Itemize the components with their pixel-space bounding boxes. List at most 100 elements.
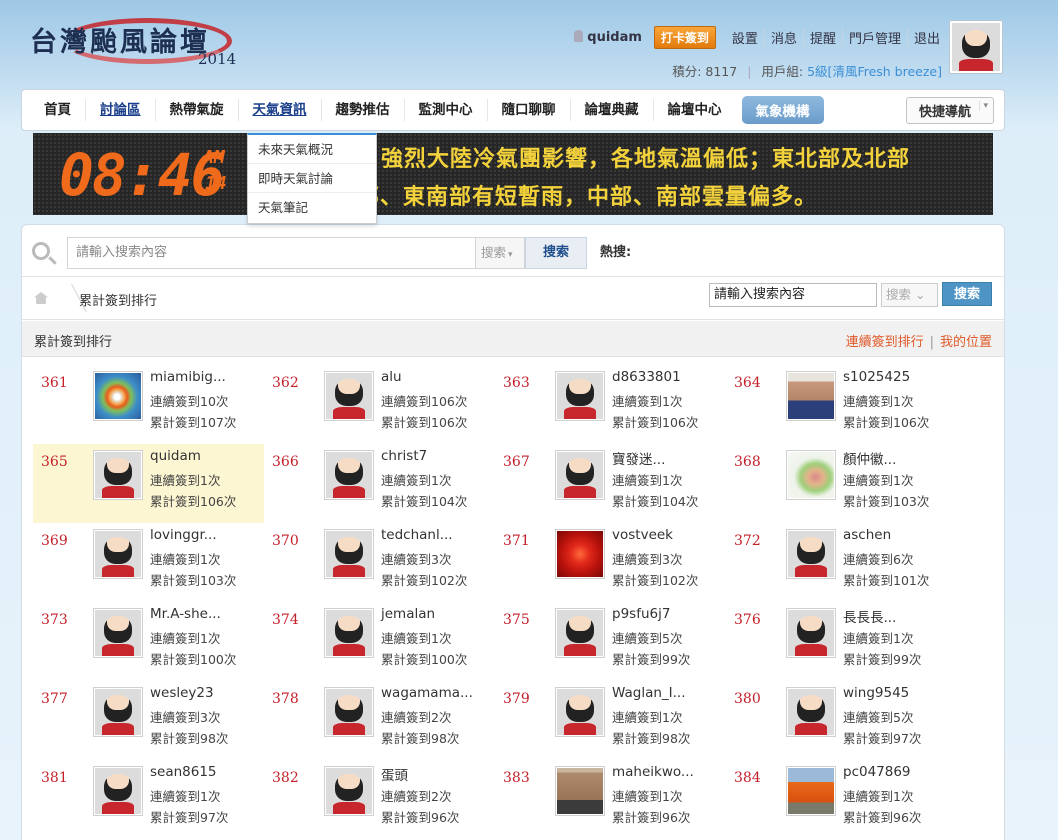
username-link[interactable]: quidam — [574, 30, 642, 45]
member-avatar[interactable] — [786, 529, 836, 579]
nav-tropical-cyclone[interactable]: 熱帶氣旋 — [156, 99, 239, 121]
points-label[interactable]: 積分: 8117 — [672, 64, 737, 79]
member-avatar[interactable] — [324, 529, 374, 579]
group-value[interactable]: 5級[清風Fresh breeze] — [807, 64, 942, 79]
member-name-link[interactable]: vostveek — [612, 527, 673, 543]
nav-trend[interactable]: 趨勢推估 — [322, 99, 405, 121]
streak-ranking-link[interactable]: 連續簽到排行 — [846, 335, 924, 350]
dropdown-item-weather-notes[interactable]: 天氣筆記 — [248, 193, 376, 222]
member-name-link[interactable]: wesley23 — [150, 685, 214, 701]
dropdown-item-forecast[interactable]: 未來天氣概況 — [248, 135, 376, 164]
site-logo[interactable]: 台灣颱風論壇 2014 — [22, 10, 252, 72]
ranking-item: 374 jemalan 連續簽到1次 累計簽到100次 — [264, 602, 495, 681]
quick-nav-button[interactable]: 快捷導航 — [905, 97, 994, 124]
member-name-link[interactable]: p9sfu6j7 — [612, 606, 670, 622]
member-name-link[interactable]: wing9545 — [843, 685, 909, 701]
member-avatar[interactable] — [93, 608, 143, 658]
nav-chat[interactable]: 隨口聊聊 — [488, 99, 571, 121]
settings-link[interactable]: 設置 — [726, 28, 764, 47]
total-count: 累計簽到96次 — [843, 810, 922, 825]
member-avatar[interactable] — [555, 687, 605, 737]
portal-admin-link[interactable]: 門戶管理 — [841, 28, 907, 47]
member-avatar[interactable] — [786, 608, 836, 658]
breadcrumb-search-select[interactable]: 搜索 — [881, 283, 938, 307]
member-name-link[interactable]: miamibig... — [150, 369, 226, 385]
member-name-link[interactable]: lovinggr... — [150, 527, 217, 543]
section-title: 累計簽到排行 — [34, 335, 113, 350]
member-avatar[interactable] — [555, 766, 605, 816]
member-avatar[interactable] — [786, 766, 836, 816]
nav-forum[interactable]: 討論區 — [86, 99, 156, 121]
member-avatar[interactable] — [93, 529, 143, 579]
search-input[interactable]: 請輸入搜索內容 — [67, 237, 477, 269]
streak-count: 連續簽到1次 — [150, 552, 221, 567]
member-name-link[interactable]: Waglan_I... — [612, 685, 686, 701]
member-name-link[interactable]: s1025425 — [843, 369, 910, 385]
member-name-link[interactable]: quidam — [150, 448, 201, 464]
member-name-link[interactable]: wagamama... — [381, 685, 473, 701]
total-count: 累計簽到96次 — [381, 810, 460, 825]
member-avatar[interactable] — [93, 766, 143, 816]
member-avatar[interactable] — [555, 450, 605, 500]
streak-count: 連續簽到3次 — [381, 552, 452, 567]
member-avatar[interactable] — [555, 371, 605, 421]
home-icon[interactable] — [34, 292, 48, 304]
weather-agency-button[interactable]: 氣象機構 — [741, 96, 824, 124]
member-avatar[interactable] — [324, 766, 374, 816]
member-name-link[interactable]: 蛋頭 — [381, 764, 408, 784]
member-avatar[interactable] — [324, 450, 374, 500]
main-nav: 首頁 討論區 熱帶氣旋 天氣資訊 趨勢推估 監測中心 隨口聊聊 論壇典藏 論壇中… — [21, 89, 1005, 131]
breadcrumb-search-input[interactable]: 請輸入搜索內容 — [709, 283, 877, 307]
nav-home[interactable]: 首頁 — [30, 99, 86, 121]
member-avatar[interactable] — [93, 450, 143, 500]
member-avatar[interactable] — [555, 529, 605, 579]
member-avatar[interactable] — [786, 687, 836, 737]
member-name-link[interactable]: tedchanl... — [381, 527, 453, 543]
member-avatar[interactable] — [324, 608, 374, 658]
breadcrumb-search-button[interactable]: 搜索 — [942, 282, 992, 306]
member-avatar[interactable] — [786, 371, 836, 421]
member-avatar[interactable] — [93, 687, 143, 737]
member-name-link[interactable]: 顏仲徽... — [843, 448, 896, 468]
nav-weather-info[interactable]: 天氣資訊 — [239, 99, 322, 121]
ticker-line-2: 部、東南部有短暫雨，中部、南部雲量偏多。 — [357, 185, 818, 210]
member-avatar[interactable] — [93, 371, 143, 421]
member-name-link[interactable]: christ7 — [381, 448, 427, 464]
member-name-link[interactable]: aschen — [843, 527, 891, 543]
total-count: 累計簽到102次 — [612, 573, 699, 588]
member-name-link[interactable]: 寶發迷... — [612, 448, 665, 468]
member-name-link[interactable]: maheikwo... — [612, 764, 694, 780]
rank-number: 366 — [272, 454, 299, 470]
nav-forum-center[interactable]: 論壇中心 — [654, 99, 736, 121]
ranking-item: 369 lovinggr... 連續簽到1次 累計簽到103次 — [33, 523, 264, 602]
rank-number: 377 — [41, 691, 68, 707]
member-avatar[interactable] — [324, 371, 374, 421]
my-position-link[interactable]: 我的位置 — [940, 335, 992, 350]
ticker-day: 14 — [205, 173, 227, 194]
member-name-link[interactable]: jemalan — [381, 606, 435, 622]
member-avatar[interactable] — [786, 450, 836, 500]
notifications-link[interactable]: 提醒 — [802, 28, 842, 47]
member-name-link[interactable]: sean8615 — [150, 764, 217, 780]
member-avatar[interactable] — [555, 608, 605, 658]
default-avatar — [95, 531, 141, 577]
ranking-item: 384 pc047869 連續簽到1次 累計簽到96次 — [726, 760, 957, 839]
user-avatar[interactable] — [949, 20, 1003, 74]
checkin-button[interactable]: 打卡簽到 — [653, 26, 716, 49]
member-name-link[interactable]: alu — [381, 369, 402, 385]
member-name-link[interactable]: 長長長... — [843, 606, 896, 626]
dropdown-item-live-discussion[interactable]: 即時天氣討論 — [248, 164, 376, 193]
streak-count: 連續簽到2次 — [381, 710, 452, 725]
member-name-link[interactable]: Mr.A-she... — [150, 606, 221, 622]
search-button[interactable]: 搜索 — [525, 237, 587, 269]
nav-archive[interactable]: 論壇典藏 — [571, 99, 654, 121]
nav-monitor[interactable]: 監測中心 — [405, 99, 488, 121]
search-type-select[interactable]: 搜索 — [475, 237, 525, 269]
messages-link[interactable]: 消息 — [763, 28, 803, 47]
member-name-link[interactable]: d8633801 — [612, 369, 681, 385]
logout-link[interactable]: 退出 — [906, 28, 946, 47]
led-ticker: 08:46 AM 14 強烈大陸冷氣團影響，各地氣溫偏低；東北部及北部 部、東南… — [33, 133, 993, 215]
member-name-link[interactable]: pc047869 — [843, 764, 911, 780]
member-avatar[interactable] — [324, 687, 374, 737]
default-avatar — [326, 531, 372, 577]
